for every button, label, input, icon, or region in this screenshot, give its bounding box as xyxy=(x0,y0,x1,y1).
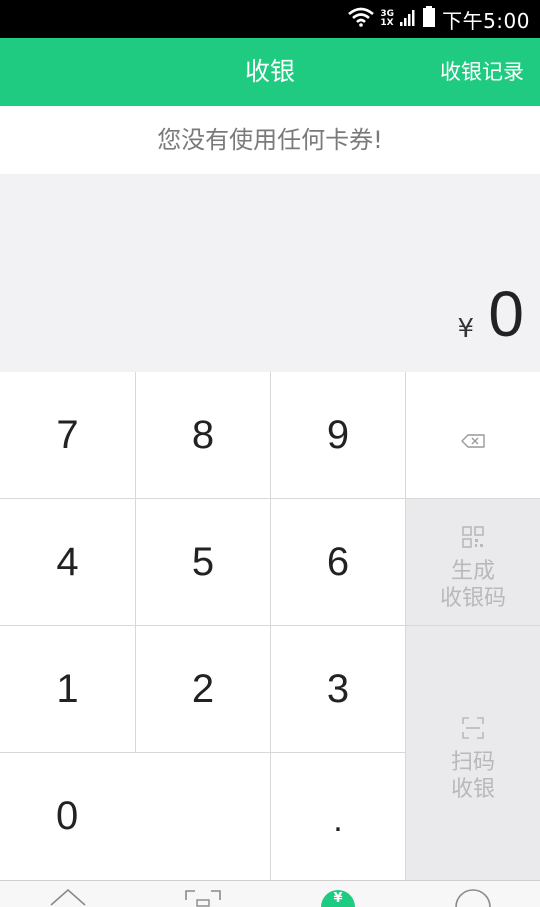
battery-icon xyxy=(422,6,436,32)
key-6[interactable]: 6 xyxy=(271,499,406,626)
profile-icon xyxy=(453,881,493,907)
key-5[interactable]: 5 xyxy=(136,499,271,626)
cashier-nav-glyph: ¥ xyxy=(333,891,342,906)
scan-pay-button[interactable]: 扫码 收银 xyxy=(406,626,540,880)
key-9[interactable]: 9 xyxy=(271,372,406,499)
amount-value: 0 xyxy=(488,278,524,350)
network-bottom: 1X xyxy=(380,18,394,28)
bottom-nav: ¥ xyxy=(0,880,540,907)
nav-scan[interactable] xyxy=(135,881,270,907)
home-icon xyxy=(48,881,88,907)
backspace-icon xyxy=(461,413,485,458)
app-header: 收银 收银记录 xyxy=(0,38,540,106)
cashier-records-link[interactable]: 收银记录 xyxy=(440,38,524,106)
generate-code-label-1: 生成 xyxy=(450,559,495,584)
coupon-notice: 您没有使用任何卡券! xyxy=(0,106,540,174)
status-icons: 3G 1X 下午5:00 xyxy=(348,6,530,33)
status-time: 下午5:00 xyxy=(442,8,530,33)
key-3[interactable]: 3 xyxy=(271,626,406,753)
signal-icon xyxy=(400,7,416,31)
scan-nav-icon xyxy=(183,881,223,907)
key-7[interactable]: 7 xyxy=(0,372,136,499)
wifi-icon xyxy=(348,7,375,31)
qr-code-icon xyxy=(462,512,484,558)
scan-frame-icon xyxy=(462,703,484,749)
status-bar: 3G 1X 下午5:00 xyxy=(0,0,540,38)
cashier-nav-icon: ¥ xyxy=(318,881,358,907)
scan-pay-label-1: 扫码 xyxy=(450,750,495,775)
nav-cashier[interactable]: ¥ xyxy=(270,881,405,907)
amount-display: ¥ 0 xyxy=(0,174,540,372)
key-decimal[interactable]: . xyxy=(271,753,406,880)
scan-pay-label-2: 收银 xyxy=(450,777,495,802)
generate-code-label-2: 收银码 xyxy=(439,586,506,611)
key-2[interactable]: 2 xyxy=(136,626,271,753)
nav-home[interactable] xyxy=(0,881,135,907)
keypad: 7 8 9 4 5 6 生成 收银码 1 2 3 扫码 收银 0 . xyxy=(0,372,540,880)
currency-symbol: ¥ xyxy=(457,314,474,344)
key-1[interactable]: 1 xyxy=(0,626,136,753)
generate-code-button[interactable]: 生成 收银码 xyxy=(406,499,540,626)
nav-profile[interactable] xyxy=(405,881,540,907)
key-8[interactable]: 8 xyxy=(136,372,271,499)
network-type: 3G 1X xyxy=(380,10,394,28)
backspace-key[interactable] xyxy=(406,372,540,499)
key-4[interactable]: 4 xyxy=(0,499,136,626)
key-0[interactable]: 0 xyxy=(0,753,271,880)
